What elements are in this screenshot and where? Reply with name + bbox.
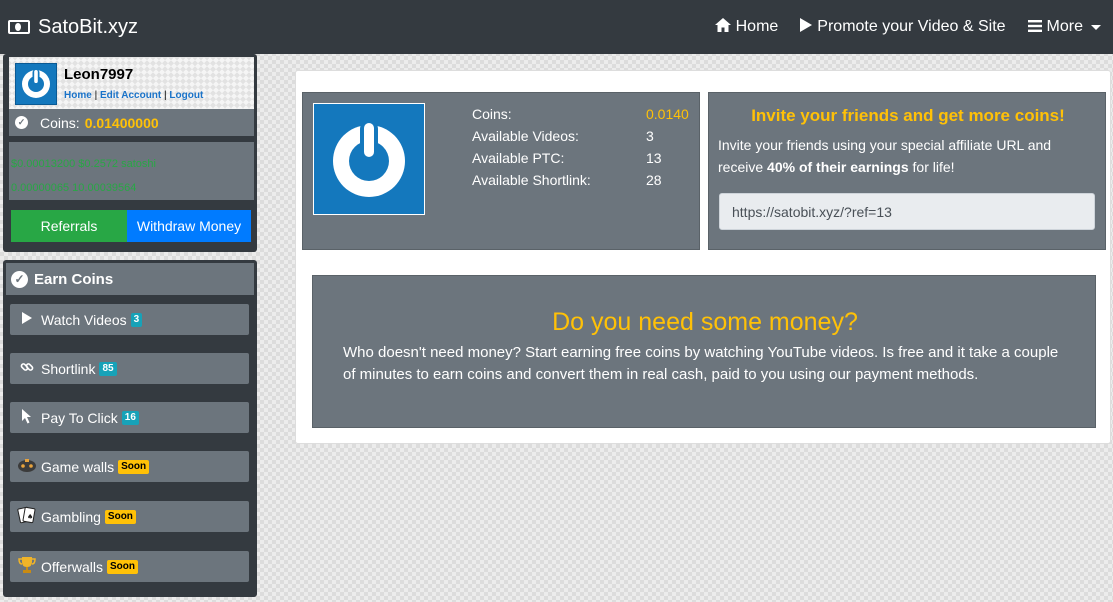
count-badge: 16 [121, 410, 139, 425]
profile-header: Leon7997 Home | Edit Account | Logout [9, 57, 254, 109]
stat-label: Available PTC: [472, 150, 565, 166]
power-logo-avatar [313, 103, 425, 215]
play-icon [16, 312, 38, 327]
invite-title: Invite your friends and get more coins! [751, 106, 1065, 125]
top-navbar: SatoBit.xyz Home Promote your Video & Si… [0, 0, 1113, 54]
profile-home-link[interactable]: Home [64, 90, 92, 101]
earn-coins-title: Earn Coins [34, 270, 114, 288]
svg-text:♠: ♠ [27, 513, 33, 521]
sidebar-item-label: Pay To Click [41, 409, 118, 426]
sidebar-item-label: Shortlink [41, 360, 96, 377]
trophy-icon [16, 556, 38, 577]
earn-coins-header: ✓ Earn Coins [6, 263, 254, 295]
soon-badge: Soon [118, 459, 150, 474]
sidebar-item-shortlink[interactable]: Shortlink 85 [10, 353, 249, 384]
earn-coins-panel: ✓ Earn Coins Watch Videos 3 Shortlink 85… [3, 260, 257, 597]
stat-row-ptc: Available PTC: 13 [472, 150, 692, 166]
main-card: Coins: 0.0140 Available Videos: 3 Availa… [295, 70, 1111, 444]
nav-home-label: Home [735, 18, 779, 35]
conversion-line-1: $0.00013200 $0.2572 satoshi [11, 158, 156, 170]
sidebar-item-label: Gambling [41, 508, 101, 525]
nav-home[interactable]: Home [714, 18, 779, 36]
invite-description: Invite your friends using your special a… [718, 134, 1098, 178]
stat-row-videos: Available Videos: 3 [472, 128, 692, 144]
referrals-button[interactable]: Referrals [11, 210, 127, 242]
stat-value: 28 [646, 172, 662, 188]
invite-friends-box: Invite your friends and get more coins! … [708, 92, 1106, 250]
cards-icon: ♠ [16, 506, 38, 527]
username: Leon7997 [64, 66, 134, 83]
check-circle-icon: ✓ [15, 116, 28, 129]
link-icon [16, 360, 38, 377]
gamepad-icon [16, 457, 38, 476]
profile-links: Home | Edit Account | Logout [64, 90, 204, 101]
sidebar-item-label: Game walls [41, 458, 115, 475]
brand-name: SatoBit.xyz [38, 15, 139, 38]
sidebar-item-watch-videos[interactable]: Watch Videos 3 [10, 304, 249, 335]
sidebar-item-label: Offerwalls [41, 558, 103, 575]
caret-down-icon [1091, 24, 1101, 30]
need-money-box: Do you need some money? Who doesn't need… [312, 275, 1096, 428]
account-stats-box: Coins: 0.0140 Available Videos: 3 Availa… [302, 92, 700, 250]
need-money-text: Who doesn't need money? Start earning fr… [343, 344, 1059, 383]
sidebar-item-offerwalls[interactable]: Offerwalls Soon [10, 551, 249, 582]
stat-label: Available Shortlink: [472, 172, 591, 188]
coins-label: Coins: [40, 114, 80, 131]
edit-account-link[interactable]: Edit Account [100, 90, 161, 101]
withdraw-money-button[interactable]: Withdraw Money [127, 210, 251, 242]
profile-panel: Leon7997 Home | Edit Account | Logout ✓ … [3, 54, 257, 252]
stat-value: 13 [646, 150, 662, 166]
brand-link[interactable]: SatoBit.xyz [8, 16, 138, 39]
coins-value: 0.01400000 [84, 114, 159, 131]
nav-more-dropdown[interactable]: More [1027, 18, 1101, 36]
logout-link[interactable]: Logout [169, 90, 203, 101]
conversion-info: $0.00013200 $0.2572 satoshi 0.00000065 1… [9, 142, 254, 200]
coins-balance-row: ✓ Coins: 0.01400000 [9, 109, 254, 136]
invite-text-bold: 40% of their earnings [767, 159, 909, 175]
conversion-line-2: 0.00000065 10.00039564 [11, 182, 137, 194]
stat-value: 0.0140 [646, 106, 689, 122]
count-badge: 3 [130, 312, 143, 327]
money-bill-icon [8, 20, 30, 34]
nav-promote[interactable]: Promote your Video & Site [800, 18, 1006, 36]
stat-label: Available Videos: [472, 128, 579, 144]
nav-promote-label: Promote your Video & Site [817, 18, 1006, 35]
home-icon [714, 18, 731, 36]
sidebar-item-pay-to-click[interactable]: Pay To Click 16 [10, 402, 249, 433]
pointer-icon [16, 408, 38, 427]
nav-more-label: More [1046, 18, 1083, 35]
play-icon [800, 18, 813, 36]
check-circle-icon: ✓ [11, 270, 28, 288]
menu-icon [1027, 19, 1042, 36]
stat-label: Coins: [472, 106, 512, 122]
stat-row-coins: Coins: 0.0140 [472, 106, 692, 122]
affiliate-url-field[interactable]: https://satobit.xyz/?ref=13 [719, 193, 1095, 230]
stat-value: 3 [646, 128, 654, 144]
stat-row-shortlink: Available Shortlink: 28 [472, 172, 692, 188]
invite-text-after: for life! [908, 159, 955, 175]
sidebar-item-gambling[interactable]: ♠ Gambling Soon [10, 501, 249, 532]
soon-badge: Soon [106, 559, 138, 574]
avatar [15, 63, 57, 105]
count-badge: 85 [99, 361, 117, 376]
sidebar-item-label: Watch Videos [41, 311, 127, 328]
soon-badge: Soon [104, 509, 136, 524]
sidebar-item-game-walls[interactable]: Game walls Soon [10, 451, 249, 482]
need-money-title: Do you need some money? [552, 308, 858, 336]
